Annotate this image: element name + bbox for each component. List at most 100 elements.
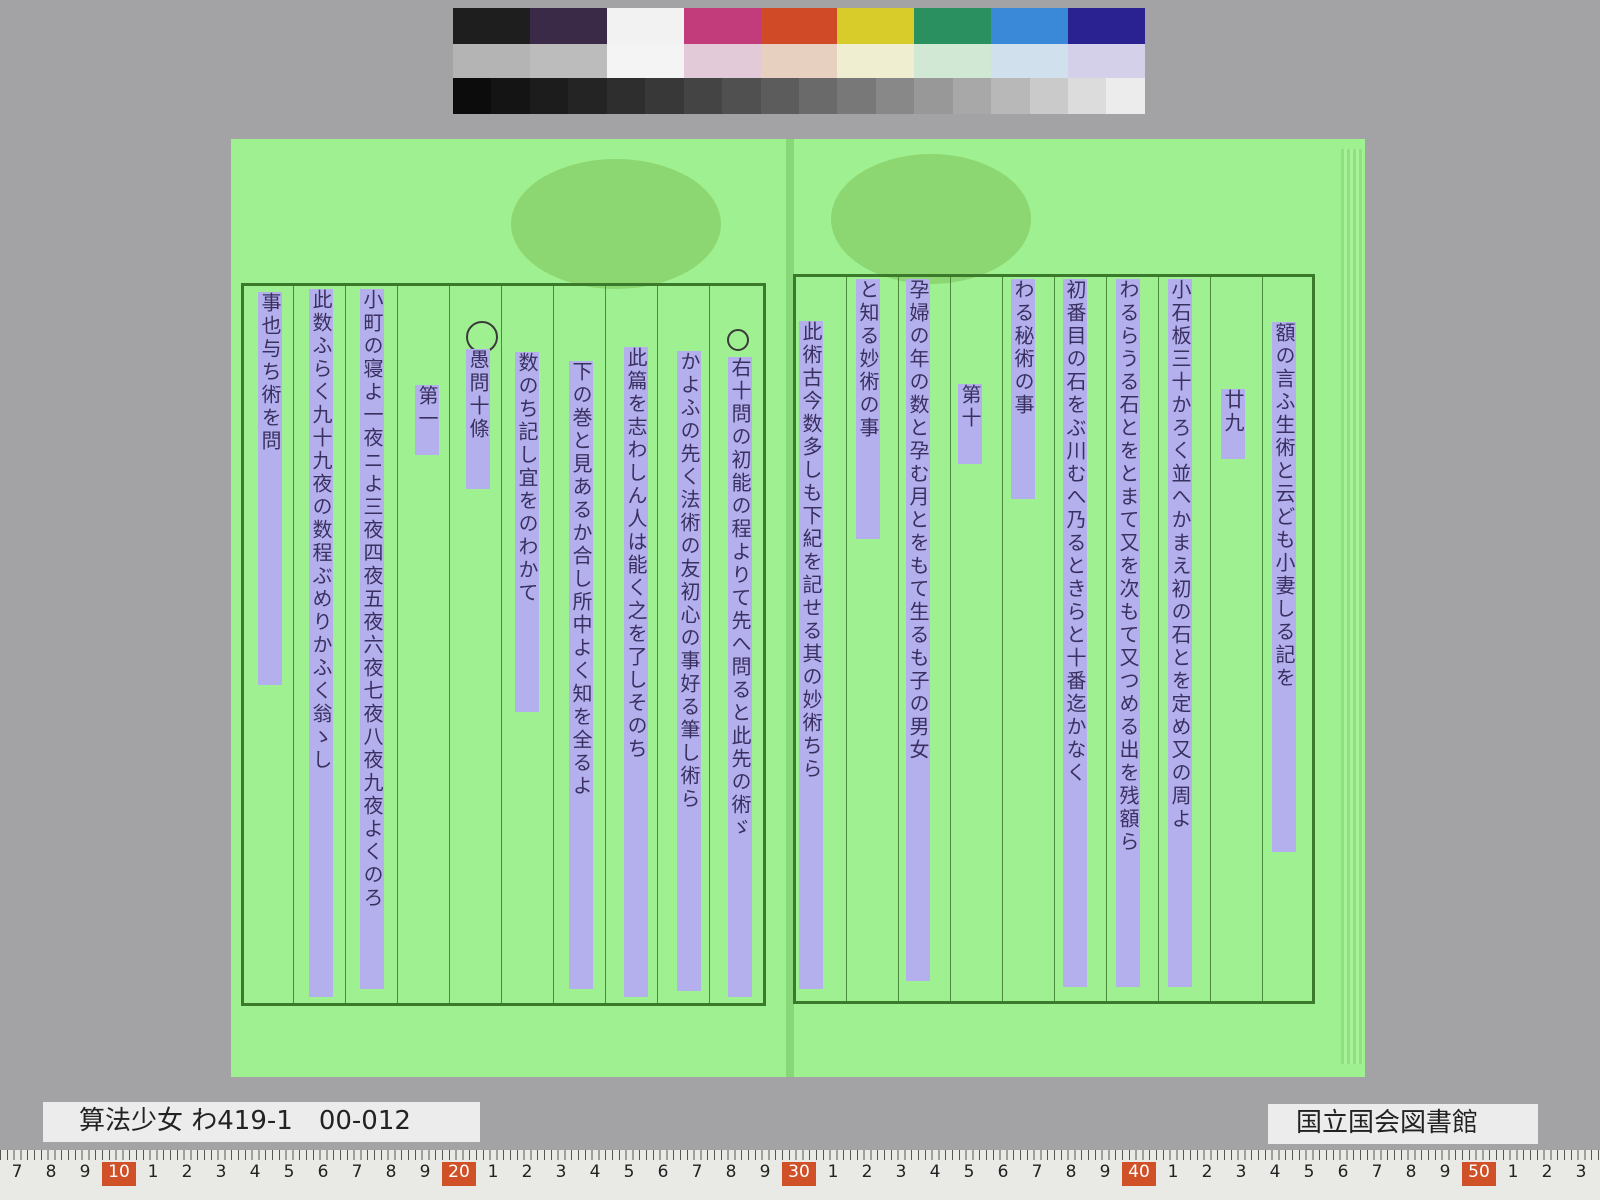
- ruler-number: 7: [1031, 1162, 1043, 1182]
- ruler-number: 9: [79, 1162, 91, 1182]
- circle-mark: [727, 329, 749, 351]
- gray-step: [952, 78, 992, 114]
- ruler-number: 40: [1122, 1162, 1156, 1186]
- text-column: 此術古今数多しも下紀を記せる其の妙術ちら: [799, 321, 823, 989]
- ruler-number: 3: [555, 1162, 567, 1182]
- gray-step: [914, 78, 953, 114]
- text-column: 額の言ふ生術と云ども小妻しる記を: [1272, 322, 1296, 852]
- tint-swatch: [914, 44, 992, 78]
- text-column: 初番目の石をぶ川むへ乃るときらと十番迄かなく: [1063, 279, 1087, 987]
- ruler-number: 50: [1462, 1162, 1496, 1186]
- column-text: 小町の寝よ一夜ニよ三夜四夜五夜六夜七夜八夜九夜よくのろ: [360, 289, 384, 910]
- ruler-number: 1: [147, 1162, 159, 1182]
- column-text: 此術古今数多しも下紀を記せる其の妙術ちら: [799, 321, 823, 781]
- column-text: わる秘術の事: [1011, 279, 1035, 417]
- ruler-number: 8: [385, 1162, 397, 1182]
- ruler-number: 4: [1269, 1162, 1281, 1182]
- ruler-number: 2: [181, 1162, 193, 1182]
- ruler-number: 6: [317, 1162, 329, 1182]
- ruler-number: 8: [45, 1162, 57, 1182]
- column-text: 此数ふらく九十九夜の数程ぶめりかふく翁ゝし: [309, 289, 333, 772]
- ruler-number: 2: [861, 1162, 873, 1182]
- gray-step: [529, 78, 569, 114]
- tint-swatch: [760, 44, 838, 78]
- ruler-number: 1: [487, 1162, 499, 1182]
- column-text: 廿九: [1221, 389, 1245, 435]
- gray-step: [1068, 78, 1107, 114]
- text-column: 小石板三十かろく並へかまえ初の石とを定め又の周よ: [1168, 279, 1192, 987]
- text-column: 小町の寝よ一夜ニよ三夜四夜五夜六夜七夜八夜九夜よくのろ: [360, 289, 384, 989]
- page-edges: [1341, 149, 1363, 1064]
- column-text: 事也与ち術を問: [258, 292, 282, 453]
- color-swatch: [914, 8, 992, 44]
- gray-step: [645, 78, 684, 114]
- text-column: と知る妙術の事: [856, 279, 880, 539]
- tint-swatch: [837, 44, 915, 78]
- ruler-number: 7: [351, 1162, 363, 1182]
- tint-swatch: [991, 44, 1069, 78]
- ruler-number: 9: [419, 1162, 431, 1182]
- ruler-number: 3: [1235, 1162, 1247, 1182]
- gray-step: [1029, 78, 1068, 114]
- gray-step: [722, 78, 761, 114]
- ruler-number: 3: [1575, 1162, 1587, 1182]
- tint-swatch: [1068, 44, 1146, 78]
- library-label: 国立国会図書館: [1268, 1104, 1538, 1144]
- column-text: かよふの先く法術の友初心の事好る筆し術ら: [677, 351, 701, 811]
- ruler-number: 5: [1303, 1162, 1315, 1182]
- text-column: かよふの先く法術の友初心の事好る筆し術ら: [677, 351, 701, 991]
- ruler-number: 1: [1507, 1162, 1519, 1182]
- text-column: 数のち記し宜をのわかて: [515, 352, 539, 712]
- column-text: 愚問十條: [466, 349, 490, 441]
- text-column: 愚問十條: [466, 349, 490, 489]
- ruler-number: 9: [1439, 1162, 1451, 1182]
- ruler-number: 2: [521, 1162, 533, 1182]
- ruler-number: 5: [623, 1162, 635, 1182]
- text-column: 此数ふらく九十九夜の数程ぶめりかふく翁ゝし: [309, 289, 333, 997]
- text-column: 事也与ち術を問: [258, 292, 282, 685]
- text-column: 此篇を志わしん人は能く之を了しそのち: [624, 347, 648, 997]
- column-text: 小石板三十かろく並へかまえ初の石とを定め又の周よ: [1168, 279, 1192, 831]
- column-text: 下の巻と見あるか合し所中よく知を全るよ: [569, 361, 593, 798]
- water-stain: [831, 154, 1031, 284]
- book-scan: 額の言ふ生術と云ども小妻しる記を 廿九 小石板三十かろく並へかまえ初の石とを定め又の…: [231, 139, 1365, 1077]
- color-swatch: [991, 8, 1069, 44]
- text-column: 第十: [958, 384, 982, 464]
- tint-swatch: [683, 44, 761, 78]
- column-text: と知る妙術の事: [856, 279, 880, 440]
- ruler-number: 8: [1405, 1162, 1417, 1182]
- column-text: わるらうる石とをとまて又を次もて又つめる出を残額ら: [1116, 279, 1140, 854]
- text-column: 第一: [415, 385, 439, 455]
- gray-step: [837, 78, 876, 114]
- ruler-number: 7: [11, 1162, 23, 1182]
- column-text: 額の言ふ生術と云ども小妻しる記を: [1272, 322, 1296, 690]
- ruler-number: 2: [1541, 1162, 1553, 1182]
- ruler-number: 7: [1371, 1162, 1383, 1182]
- ruler-number: 1: [827, 1162, 839, 1182]
- ruler-number: 8: [1065, 1162, 1077, 1182]
- ruler-number: 9: [1099, 1162, 1111, 1182]
- water-stain: [511, 159, 721, 289]
- text-column: 孕婦の年の数と孕む月とをもて生るも子の男女: [906, 279, 930, 981]
- text-column: 下の巻と見あるか合し所中よく知を全るよ: [569, 361, 593, 989]
- text-column: 右十問の初能の程よりて先へ問ると此先の術ゞ: [728, 357, 752, 997]
- gray-step: [453, 78, 492, 114]
- ruler-number: 5: [963, 1162, 975, 1182]
- gray-step: [568, 78, 607, 114]
- column-text: 初番目の石をぶ川むへ乃るときらと十番迄かなく: [1063, 279, 1087, 785]
- ruler-numbers: 7 8 9 10 1 2 3 4 5 6 7 8 9 20 1 2 3 4 5 6 7 8 9 30 1 2 3 4 5 6 7 8 9 40 1 2…: [0, 1162, 1600, 1186]
- gray-step: [683, 78, 723, 114]
- column-text: 第一: [415, 385, 439, 431]
- column-text: 第十: [958, 384, 982, 430]
- color-swatch: [837, 8, 915, 44]
- ruler-number: 10: [102, 1162, 136, 1186]
- ruler-number: 6: [997, 1162, 1009, 1182]
- ruler-number: 30: [782, 1162, 816, 1186]
- ruler-number: 4: [589, 1162, 601, 1182]
- gray-step: [491, 78, 530, 114]
- column-text: 数のち記し宜をのわかて: [515, 352, 539, 605]
- ruler-number: 4: [249, 1162, 261, 1182]
- text-column: 廿九: [1221, 389, 1245, 459]
- text-column: わるらうる石とをとまて又を次もて又つめる出を残額ら: [1116, 279, 1140, 987]
- ruler-number: 6: [1337, 1162, 1349, 1182]
